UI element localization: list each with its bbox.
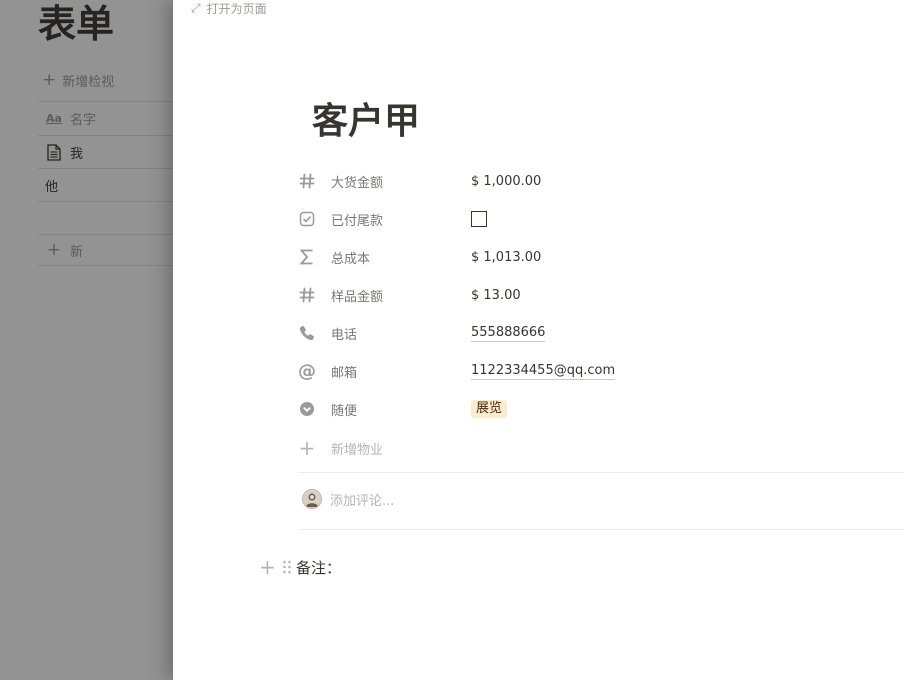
property-name: 邮箱: [331, 365, 358, 381]
open-as-page-button[interactable]: ⤢ 打开为页面: [191, 0, 267, 16]
add-property-label: 新增物业: [331, 442, 384, 458]
side-peek-panel: ⤢ 打开为页面 客户甲 大货金额 $ 1,000.00 已付尾款 总成本 $ 1…: [173, 0, 904, 680]
property-row[interactable]: 样品金额 $ 13.00: [298, 280, 898, 310]
property-row[interactable]: 电话 555888666: [298, 318, 898, 348]
open-as-page-label: 打开为页面: [206, 1, 267, 16]
plus-icon: +: [298, 436, 316, 460]
property-name: 已付尾款: [331, 213, 384, 229]
property-name: 总成本: [331, 251, 371, 267]
divider: [298, 472, 904, 473]
property-row[interactable]: 总成本 $ 1,013.00: [298, 242, 898, 272]
checkbox-icon: [298, 210, 316, 228]
property-value: $ 1,013.00: [471, 249, 542, 265]
property-row[interactable]: 随便 展览: [298, 394, 898, 424]
add-property-button[interactable]: + 新增物业: [298, 433, 898, 463]
number-icon: [298, 172, 316, 190]
property-row[interactable]: 已付尾款: [298, 204, 898, 234]
number-icon: [298, 286, 316, 304]
phone-link[interactable]: 555888666: [471, 325, 546, 342]
paid-checkbox[interactable]: [471, 211, 487, 227]
select-tag[interactable]: 展览: [471, 400, 508, 418]
phone-icon: [298, 324, 316, 342]
property-row[interactable]: @ 邮箱 1122334455@qq.com: [298, 356, 898, 386]
property-value[interactable]: $ 13.00: [471, 288, 521, 303]
comment-placeholder: 添加评论...: [330, 493, 395, 509]
drag-handle-icon[interactable]: [281, 560, 293, 574]
avatar: [302, 489, 322, 509]
record-title[interactable]: 客户甲: [312, 98, 420, 146]
property-value[interactable]: $ 1,000.00: [471, 174, 541, 189]
property-row[interactable]: 大货金额 $ 1,000.00: [298, 166, 898, 196]
property-name: 随便: [331, 403, 358, 419]
divider: [298, 529, 904, 530]
property-name: 样品金额: [331, 289, 384, 305]
email-link[interactable]: 1122334455@qq.com: [471, 363, 616, 380]
text-block[interactable]: + 备注：: [259, 555, 341, 579]
comment-input[interactable]: 添加评论...: [302, 488, 394, 510]
sigma-icon: [298, 248, 316, 266]
select-icon: [298, 400, 316, 418]
add-block-icon[interactable]: +: [259, 557, 276, 577]
at-icon: @: [298, 360, 316, 382]
property-name: 电话: [331, 327, 358, 343]
expand-icon: ⤢: [191, 0, 201, 15]
property-name: 大货金额: [331, 175, 384, 191]
block-text[interactable]: 备注：: [296, 557, 341, 578]
